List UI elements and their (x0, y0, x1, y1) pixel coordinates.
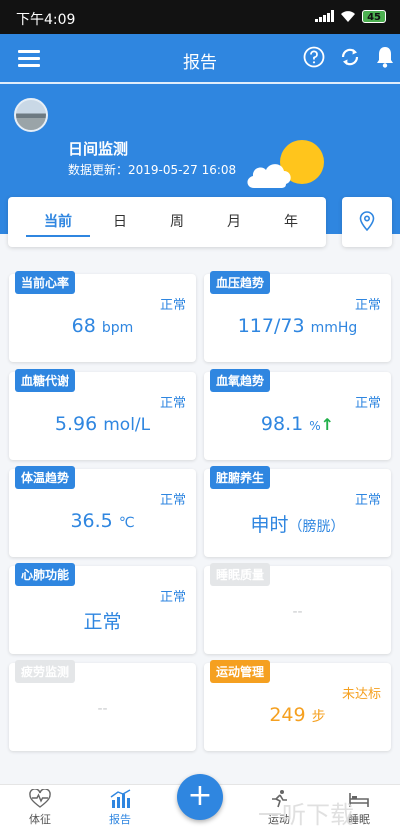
nav-sleep-label: 睡眠 (348, 813, 370, 826)
card-fatigue[interactable]: 疲劳监测 -- (9, 660, 196, 751)
card-value: 36.5 ℃ (70, 510, 135, 532)
tab-week[interactable]: 周 (147, 211, 207, 231)
card-status: 正常 (354, 396, 381, 411)
status-icons: 45 (315, 9, 386, 23)
monitor-title: 日间监测 (68, 140, 129, 158)
card-tag: 运动管理 (210, 660, 271, 683)
tab-year[interactable]: 年 (261, 211, 321, 231)
nav-divider (0, 82, 400, 84)
card-blood-oxygen[interactable]: 血氧趋势 正常 98.1 %↑ (204, 369, 391, 460)
avatar[interactable] (14, 98, 48, 132)
update-time: 2019-05-27 16:08 (128, 163, 237, 177)
sunny-cloudy-icon (247, 140, 324, 188)
card-tag: 睡眠质量 (210, 563, 271, 586)
tab-current[interactable]: 当前 (28, 211, 88, 231)
status-bar: 下午4:09 45 (0, 0, 400, 34)
card-value: 249 步 (269, 704, 326, 726)
heart-pulse-icon (29, 789, 51, 808)
card-body-temp[interactable]: 体温趋势 正常 36.5 ℃ (9, 466, 196, 557)
card-value: 98.1 %↑ (260, 413, 335, 435)
card-value: -- (97, 701, 108, 717)
wifi-icon (341, 11, 356, 22)
update-label: 数据更新： (68, 163, 129, 177)
bar-chart-icon (110, 789, 131, 808)
bell-icon[interactable] (374, 45, 396, 69)
card-heart-rate[interactable]: 当前心率 正常 68 bpm (9, 271, 196, 362)
nav-report-label: 报告 (109, 813, 131, 826)
tab-day[interactable]: 日 (90, 211, 150, 231)
card-blood-pressure[interactable]: 血压趋势 正常 117/73 mmHg (204, 271, 391, 362)
update-row: 数据更新：2019-05-27 16:08 (68, 161, 236, 178)
card-tag: 当前心率 (15, 271, 76, 294)
nav-sleep[interactable]: 睡眠 (324, 789, 394, 827)
tab-indicator (26, 235, 90, 237)
card-tag: 疲劳监测 (15, 660, 76, 683)
card-status: 正常 (159, 590, 186, 605)
card-value: 68 bpm (71, 315, 134, 337)
card-tag: 血糖代谢 (15, 369, 76, 392)
battery-icon: 45 (362, 9, 386, 23)
nav-report[interactable]: 报告 (85, 789, 155, 827)
nav-sport[interactable]: 运动 (244, 789, 314, 827)
nav-vitals-label: 体征 (29, 813, 51, 826)
card-tag: 血氧趋势 (210, 369, 271, 392)
card-status: 未达标 (341, 687, 381, 702)
trend-up-icon: ↑ (320, 415, 335, 434)
card-heart-lung[interactable]: 心肺功能 正常 正常 (9, 563, 196, 654)
card-value: 正常 (83, 611, 122, 633)
refresh-icon[interactable] (339, 46, 361, 68)
period-tabs: 当前 日 周 月 年 (8, 197, 326, 247)
card-tag: 血压趋势 (210, 271, 271, 294)
card-organ-care[interactable]: 脏腑养生 正常 申时（膀胱） (204, 466, 391, 557)
top-nav: 报告 (0, 34, 400, 84)
card-status: 正常 (159, 298, 186, 313)
status-time: 下午4:09 (16, 12, 76, 28)
card-tag: 体温趋势 (15, 466, 76, 489)
card-status: 正常 (354, 493, 381, 508)
card-blood-sugar[interactable]: 血糖代谢 正常 5.96 mol/L (9, 369, 196, 460)
card-tag: 心肺功能 (15, 563, 76, 586)
nav-vitals[interactable]: 体征 (5, 789, 75, 827)
card-value: 5.96 mol/L (54, 413, 151, 435)
help-icon[interactable] (303, 46, 325, 68)
location-button[interactable] (342, 197, 392, 247)
running-icon (272, 790, 287, 808)
card-sleep-quality[interactable]: 睡眠质量 -- (204, 563, 391, 654)
card-tag: 脏腑养生 (210, 466, 271, 489)
card-value: 117/73 mmHg (237, 315, 358, 337)
card-value: -- (292, 604, 303, 620)
add-button[interactable]: + (177, 774, 223, 820)
card-status: 正常 (159, 493, 186, 508)
card-status: 正常 (159, 396, 186, 411)
tab-month[interactable]: 月 (204, 211, 264, 231)
card-exercise[interactable]: 运动管理 未达标 249 步 (204, 660, 391, 751)
nav-sport-label: 运动 (268, 813, 290, 826)
card-value: 申时（膀胱） (250, 514, 345, 536)
card-status: 正常 (354, 298, 381, 313)
location-icon (359, 211, 375, 231)
bed-icon (349, 793, 369, 807)
signal-icon (315, 10, 335, 22)
